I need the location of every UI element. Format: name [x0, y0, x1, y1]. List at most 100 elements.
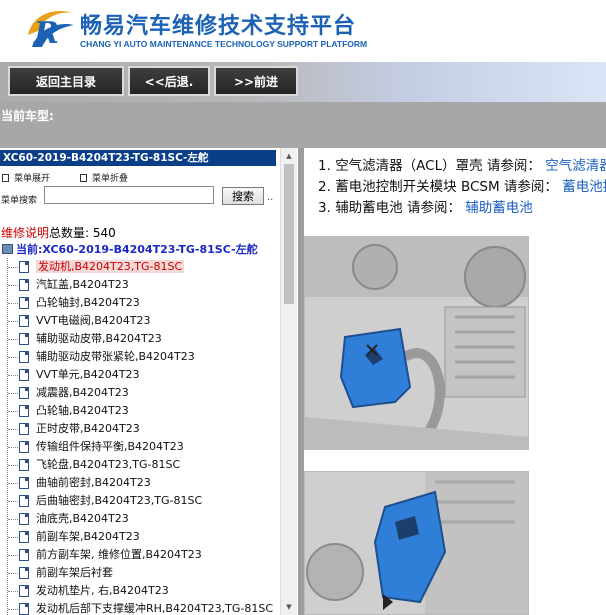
count-value: 540	[92, 226, 116, 240]
reference-text: 蓄电池控制开关模块 BCSM 请参阅：	[335, 179, 558, 195]
tree-item-label: 辅助驱动皮带,B4204T23	[36, 332, 162, 345]
car-model-bar: 当前车型:	[0, 102, 606, 148]
document-icon	[19, 459, 29, 471]
tree-item-label: VVT电磁阀,B4204T23	[36, 314, 151, 327]
count-label: 总数量:	[49, 226, 90, 240]
tree-item-label: 发动机后部下支撑缓冲RH,B4204T23,TG-81SC	[36, 602, 274, 615]
tree-root-label: 当前:XC60-2019-B4204T23-TG-81SC-左舵	[16, 243, 258, 256]
tree-item-label: 前副车架,B4204T23	[36, 530, 140, 543]
tree-item-label: 凸轮轴,B4204T23	[36, 404, 129, 417]
tree-item[interactable]: 凸轮轴封,B4204T23	[8, 294, 278, 312]
search-input[interactable]	[44, 186, 214, 204]
tree-item[interactable]: 汽缸盖,B4204T23	[8, 276, 278, 294]
document-icon	[19, 477, 29, 489]
search-button[interactable]: 搜索	[222, 187, 264, 205]
tree-item-label: 曲轴前密封,B4204T23	[36, 476, 151, 489]
tree-list: 发动机,B4204T23,TG-81SC 汽缸盖,B4204T23 凸轮轴封,B42…	[7, 258, 278, 615]
tree-item[interactable]: 油底壳,B4204T23	[8, 510, 278, 528]
tree-item-label: 飞轮盘,B4204T23,TG-81SC	[36, 458, 181, 471]
tree-item-label: 前方副车架, 维修位置,B4204T23	[36, 548, 202, 561]
document-icon	[19, 369, 29, 381]
document-icon	[19, 297, 29, 309]
engine-bay-photo-1	[304, 236, 529, 450]
search-more: ..	[267, 192, 274, 203]
menu-collapse-label: 菜单折叠	[92, 174, 129, 184]
engine-bay-photo-2	[304, 471, 529, 615]
scroll-thumb[interactable]	[284, 164, 294, 304]
reference-link[interactable]: 蓄电池控制开关模块 BCSM	[562, 179, 606, 195]
main-content: 1. 空气滤清器（ACL）罩壳 请参阅： 空气滤清器（ACL）罩壳2. 蓄电池控…	[304, 148, 606, 615]
reference-item: 2. 蓄电池控制开关模块 BCSM 请参阅： 蓄电池控制开关模块 BCSM	[318, 177, 606, 198]
scroll-down-icon[interactable]: ▼	[281, 599, 297, 615]
page-header: R 畅易汽车维修技术支持平台 CHANG YI AUTO MAINTENANCE…	[0, 0, 606, 62]
reference-number: 2.	[318, 179, 331, 195]
model-title: XC60-2019-B4204T23-TG-81SC-左舵	[0, 150, 276, 166]
reference-text: 空气滤清器（ACL）罩壳 请参阅：	[335, 158, 541, 174]
site-subtitle: CHANG YI AUTO MAINTENANCE TECHNOLOGY SUP…	[80, 39, 368, 49]
sidebar: XC60-2019-B4204T23-TG-81SC-左舵 菜单展开 菜单折叠 …	[0, 148, 300, 615]
reference-number: 3.	[318, 200, 331, 216]
collapse-icon	[80, 174, 87, 182]
svg-text:R: R	[33, 16, 59, 51]
document-icon	[19, 333, 29, 345]
tree-item-label: 后曲轴密封,B4204T23,TG-81SC	[36, 494, 203, 507]
tree-item[interactable]: VVT单元,B4204T23	[8, 366, 278, 384]
tree-item[interactable]: 前副车架,B4204T23	[8, 528, 278, 546]
repair-docs-link[interactable]: 维修说明	[1, 226, 49, 240]
tree-item[interactable]: 发动机,B4204T23,TG-81SC	[8, 258, 278, 276]
tree-item[interactable]: 凸轮轴,B4204T23	[8, 402, 278, 420]
tree-item[interactable]: VVT电磁阀,B4204T23	[8, 312, 278, 330]
menu-expand-button[interactable]: 菜单展开	[2, 171, 50, 184]
tree-item[interactable]: 前方副车架, 维修位置,B4204T23	[8, 546, 278, 564]
expand-icon	[2, 174, 9, 182]
tree-item-label: 凸轮轴封,B4204T23	[36, 296, 140, 309]
reference-link[interactable]: 辅助蓄电池	[465, 200, 533, 216]
tree-item[interactable]: 飞轮盘,B4204T23,TG-81SC	[8, 456, 278, 474]
document-icon	[19, 603, 29, 615]
scroll-up-icon[interactable]: ▲	[281, 148, 297, 164]
tree-item[interactable]: 曲轴前密封,B4204T23	[8, 474, 278, 492]
tree-item[interactable]: 正时皮带,B4204T23	[8, 420, 278, 438]
forward-button[interactable]: >>前进	[214, 66, 298, 96]
tree-item[interactable]: 减震器,B4204T23	[8, 384, 278, 402]
tree-item[interactable]: 前副车架后衬套	[8, 564, 278, 582]
current-car-label: 当前车型:	[1, 109, 54, 123]
document-icon	[19, 531, 29, 543]
reference-number: 1.	[318, 158, 331, 174]
doc-count: 维修说明总数量: 540	[1, 224, 116, 241]
sidebar-scrollbar[interactable]: ▲ ▼	[280, 148, 297, 615]
tree-item[interactable]: 辅助驱动皮带,B4204T23	[8, 330, 278, 348]
menu-collapse-button[interactable]: 菜单折叠	[80, 171, 128, 184]
document-icon	[19, 441, 29, 453]
document-icon	[19, 567, 29, 579]
tree-item-label: 前副车架后衬套	[36, 566, 113, 579]
reference-link[interactable]: 空气滤清器（ACL）罩壳	[545, 158, 606, 174]
document-icon	[19, 351, 29, 363]
tree-item-label: VVT单元,B4204T23	[36, 368, 140, 381]
tree-item-label: 减震器,B4204T23	[36, 386, 129, 399]
tree-item-label: 传输组件保持平衡,B4204T23	[36, 440, 184, 453]
tree-item[interactable]: 后曲轴密封,B4204T23,TG-81SC	[8, 492, 278, 510]
back-button[interactable]: <<后退.	[128, 66, 210, 96]
search-label: 菜单搜索	[1, 196, 38, 206]
tree-item[interactable]: 发动机后部下支撑缓冲RH,B4204T23,TG-81SC	[8, 600, 278, 615]
tree-root[interactable]: 当前:XC60-2019-B4204T23-TG-81SC-左舵	[2, 241, 258, 257]
tree-item-label: 发动机,B4204T23,TG-81SC	[36, 260, 185, 273]
reference-list: 1. 空气滤清器（ACL）罩壳 请参阅： 空气滤清器（ACL）罩壳2. 蓄电池控…	[318, 156, 606, 219]
document-icon	[19, 405, 29, 417]
home-button[interactable]: 返回主目录	[8, 66, 124, 96]
site-title: 畅易汽车维修技术支持平台	[80, 14, 357, 39]
tree-item-label: 正时皮带,B4204T23	[36, 422, 140, 435]
reference-item: 1. 空气滤清器（ACL）罩壳 请参阅： 空气滤清器（ACL）罩壳	[318, 156, 606, 177]
document-icon	[19, 261, 29, 273]
tree-item-label: 发动机垫片, 右,B4204T23	[36, 584, 169, 597]
tree-item-label: 汽缸盖,B4204T23	[36, 278, 129, 291]
document-icon	[19, 315, 29, 327]
nav-bar: 返回主目录 <<后退. >>前进	[0, 62, 606, 102]
document-icon	[19, 513, 29, 525]
menu-expand-label: 菜单展开	[14, 174, 51, 184]
tree-item[interactable]: 发动机垫片, 右,B4204T23	[8, 582, 278, 600]
tree-item[interactable]: 辅助驱动皮带张紧轮,B4204T23	[8, 348, 278, 366]
computer-icon	[2, 244, 13, 254]
tree-item[interactable]: 传输组件保持平衡,B4204T23	[8, 438, 278, 456]
